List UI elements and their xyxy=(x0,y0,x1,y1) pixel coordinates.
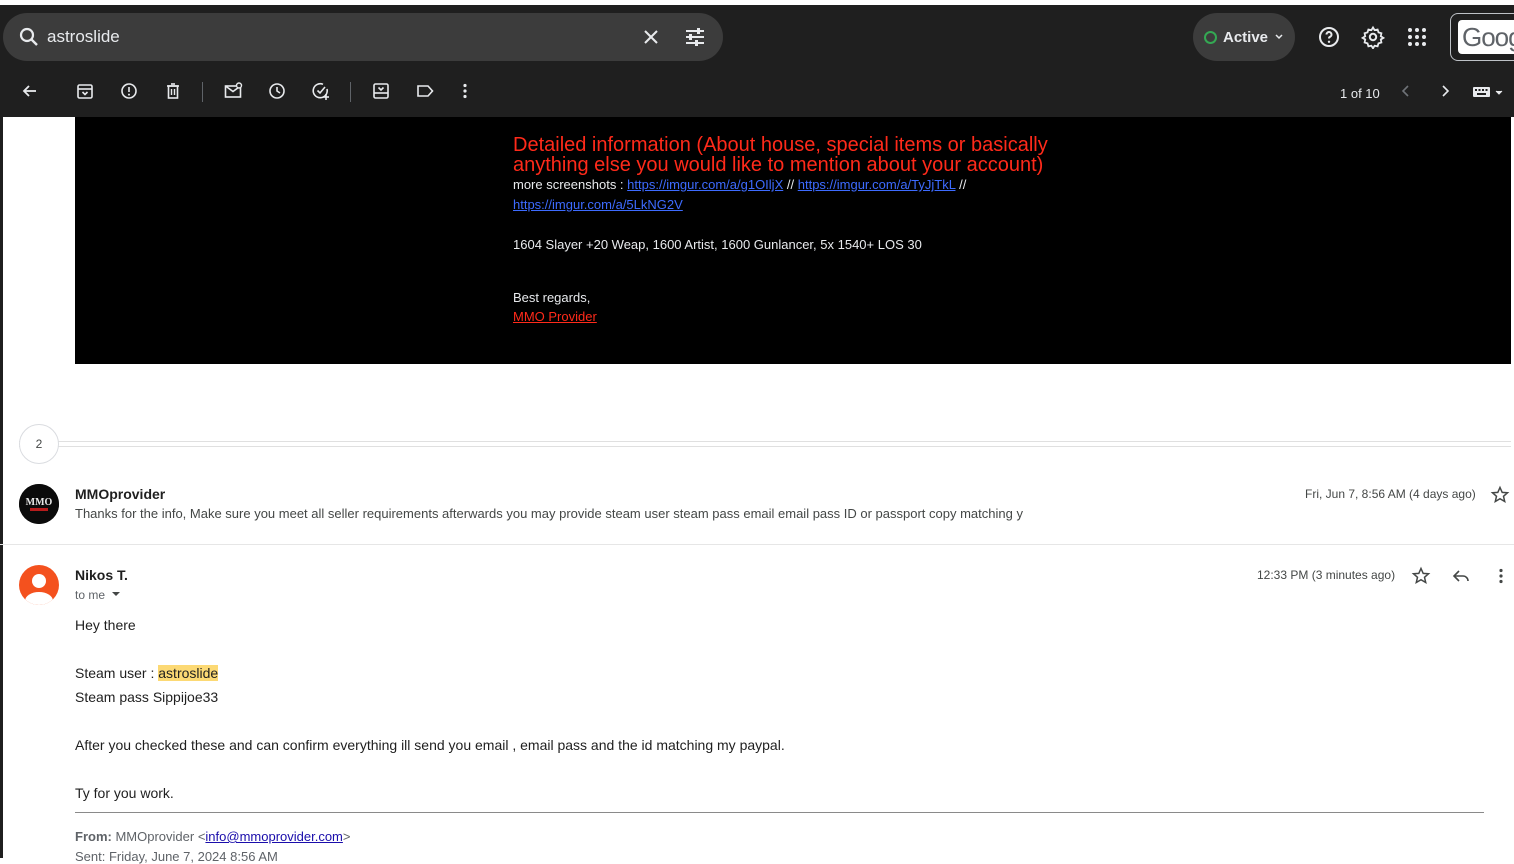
top-bar: astroslide Active Goo 1 of 10 xyxy=(0,0,1514,117)
search-input[interactable]: astroslide xyxy=(47,27,120,47)
star-icon[interactable] xyxy=(1490,485,1510,505)
sender-name: MMOprovider xyxy=(75,486,166,502)
status-dot-icon xyxy=(1203,30,1217,44)
collapsed-divider xyxy=(19,446,1511,447)
account-button[interactable]: Goog xyxy=(1450,13,1514,61)
quote-divider xyxy=(75,812,1484,813)
email-html-body: Detailed information (About house, speci… xyxy=(75,117,1511,364)
steam-pass-line: Steam pass Sippijoe33 xyxy=(75,689,219,705)
reply-icon[interactable] xyxy=(1451,566,1471,586)
chevron-right-icon[interactable] xyxy=(1435,81,1455,101)
message-date: Fri, Jun 7, 8:56 AM (4 days ago) xyxy=(1305,487,1476,501)
status-label: Active xyxy=(1222,28,1269,46)
quoted-from-line: From: MMOprovider <info@mmoprovider.com> xyxy=(75,829,350,844)
link-separator: // xyxy=(959,177,967,192)
account-details: 1604 Slayer +20 Weap, 1600 Artist, 1600 … xyxy=(513,237,922,252)
screenshot-link-1[interactable]: https://imgur.com/a/g1OIljX xyxy=(627,177,783,192)
screenshots-line: more screenshots : https://imgur.com/a/g… xyxy=(513,175,1073,195)
link-separator: // xyxy=(786,177,795,192)
google-logo: Goog xyxy=(1458,20,1514,54)
label-icon[interactable] xyxy=(415,81,435,101)
signature-link[interactable]: MMO Provider xyxy=(513,309,597,324)
screenshot-link-2[interactable]: https://imgur.com/a/TyJjTkL xyxy=(798,177,956,192)
window-edge xyxy=(0,0,1514,5)
search-bar[interactable]: astroslide xyxy=(3,13,723,61)
greeting-text: Hey there xyxy=(75,617,136,633)
screenshot-link-3[interactable]: https://imgur.com/a/5LkNG2V xyxy=(513,197,683,212)
quoted-sent-line: Sent: Friday, June 7, 2024 8:56 AM xyxy=(75,849,278,864)
steam-user-label: Steam user : xyxy=(75,665,155,681)
details-heading: Detailed information (About house, speci… xyxy=(513,134,1048,176)
add-to-tasks-icon[interactable] xyxy=(311,81,331,101)
quoted-from-name: MMOprovider < xyxy=(115,829,206,844)
snooze-clock-icon[interactable] xyxy=(267,81,287,101)
report-spam-icon[interactable] xyxy=(119,81,139,101)
quoted-from-label: From: xyxy=(75,829,112,844)
chevron-left-icon[interactable] xyxy=(1396,81,1416,101)
body-paragraph: After you checked these and can confirm … xyxy=(75,737,785,753)
help-icon[interactable] xyxy=(1317,25,1341,49)
delete-icon[interactable] xyxy=(163,81,183,101)
back-arrow-icon[interactable] xyxy=(20,81,40,101)
message-date: 12:33 PM (3 minutes ago) xyxy=(1257,568,1396,582)
left-window-edge xyxy=(0,117,3,858)
collapsed-divider xyxy=(19,441,1511,442)
move-to-icon[interactable] xyxy=(371,81,391,101)
more-vert-icon[interactable] xyxy=(455,81,475,101)
search-icon[interactable] xyxy=(17,25,41,49)
status-dropdown[interactable]: Active xyxy=(1193,13,1295,61)
chevron-down-icon xyxy=(1275,34,1283,40)
mmo-logo-icon: MMO xyxy=(19,484,59,524)
search-highlight: astroslide xyxy=(158,665,219,681)
toolbar-divider xyxy=(202,82,203,102)
search-options-icon[interactable] xyxy=(683,25,707,49)
archive-icon[interactable] xyxy=(75,81,95,101)
steam-user-line: Steam user : astroslide xyxy=(75,665,219,681)
thanks-text: Ty for you work. xyxy=(75,785,174,801)
message-snippet[interactable]: Thanks for the info, Make sure you meet … xyxy=(75,506,1023,521)
caret-down-icon[interactable] xyxy=(111,589,121,599)
screenshots-label: more screenshots : xyxy=(513,177,624,192)
collapsed-messages-count[interactable]: 2 xyxy=(19,424,59,464)
person-icon xyxy=(25,574,53,605)
more-vert-icon[interactable] xyxy=(1491,566,1511,586)
quoted-from-end: > xyxy=(342,829,351,844)
message-toolbar: 1 of 10 xyxy=(0,69,1514,117)
recipient-details[interactable]: to me xyxy=(75,588,121,602)
clear-search-icon[interactable] xyxy=(639,25,663,49)
star-icon[interactable] xyxy=(1411,566,1431,586)
input-tools-keyboard-icon[interactable] xyxy=(1472,81,1506,101)
closing-text: Best regards, xyxy=(513,290,591,305)
sender-name: Nikos T. xyxy=(75,567,128,583)
settings-gear-icon[interactable] xyxy=(1361,25,1385,49)
sender-avatar xyxy=(19,565,59,605)
row-divider xyxy=(0,544,1514,545)
sender-avatar: MMO xyxy=(19,484,59,524)
quoted-from-email-link[interactable]: info@mmoprovider.com xyxy=(205,829,342,844)
pagination-text: 1 of 10 xyxy=(1340,86,1380,101)
recipient-label: to me xyxy=(75,588,106,602)
toolbar-divider xyxy=(350,82,351,102)
apps-grid-icon[interactable] xyxy=(1405,25,1429,49)
svg-text:MMO: MMO xyxy=(26,497,53,508)
mark-unread-icon[interactable] xyxy=(223,81,243,101)
